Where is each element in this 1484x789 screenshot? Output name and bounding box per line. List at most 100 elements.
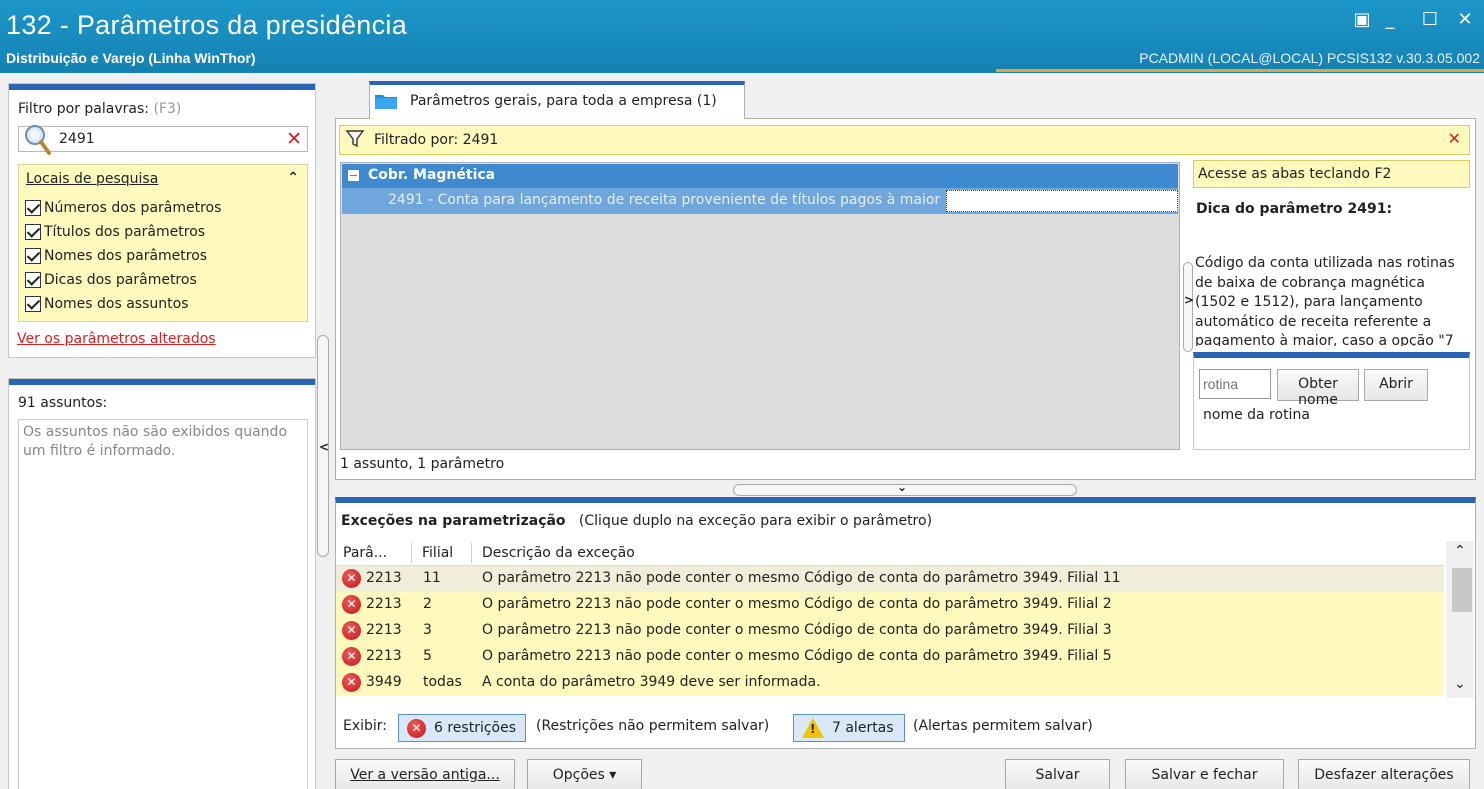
alerts-note: (Alertas permitem salvar) [913,718,1093,734]
scroll-down-icon[interactable]: ⌄ [1454,676,1466,692]
row-param: 3949 [366,674,402,690]
error-icon: ✕ [407,719,426,738]
title-bar: 132 - Parâmetros da presidência Distribu… [0,0,1484,73]
old-version-label: Ver a versão antiga... [350,767,500,783]
error-icon: ✕ [342,595,361,614]
tab-general-params[interactable]: Parâmetros gerais, para toda a empresa (… [369,81,745,119]
warning-mark: ! [810,722,816,736]
altered-params-link[interactable]: Ver os parâmetros alterados [17,331,216,347]
panel-header-bar [9,379,315,385]
checkbox-icon [25,248,41,264]
exceptions-title: Exceções na parametrização (Clique duplo… [341,513,932,529]
filter-label-text: Filtro por palavras: [18,101,149,117]
collapse-icon[interactable]: ⌃ [287,170,299,186]
get-name-button[interactable]: Obter nome [1277,369,1359,408]
search-input[interactable]: 2491 ✕ [18,125,308,155]
chevron-down-icon: ⌄ [897,480,908,494]
table-row[interactable]: ✕ 2213 11 O parâmetro 2213 não pode cont… [336,566,1444,592]
filtered-bar: Filtrado por: 2491 ✕ [339,125,1470,155]
error-icon: ✕ [342,621,361,640]
checkbox-param-names[interactable]: Nomes dos parâmetros [25,246,207,266]
scroll-thumb[interactable] [1452,568,1472,612]
filtered-text: Filtrado por: 2491 [374,132,499,148]
save-close-label: Salvar e fechar [1151,767,1258,783]
subjects-panel: 91 assuntos: Os assuntos não são exibido… [8,378,316,789]
restrictions-label: 6 restrições [434,720,517,736]
subjects-empty-message: Os assuntos não são exibidos quando um f… [23,424,288,459]
checkbox-label: Títulos dos parâmetros [44,224,206,240]
column-filial[interactable]: Filial [422,545,453,561]
table-row[interactable]: ✕ 2213 3 O parâmetro 2213 não pode conte… [336,618,1444,644]
tree-item-2491[interactable]: 2491 - Conta para lançamento de receita … [342,188,1178,214]
restrictions-button[interactable]: ✕ 6 restrições [398,714,526,742]
tree-item-label: 2491 - Conta para lançamento de receita … [388,192,941,208]
alerts-button[interactable]: ! 7 alertas [793,714,905,742]
subjects-count: 91 assuntos: [18,395,108,411]
accent-line [996,69,1484,72]
checkbox-param-titles[interactable]: Títulos dos parâmetros [25,222,205,242]
hint-panel: Acesse as abas teclando F2 Dica do parâm… [1183,160,1470,450]
row-param: 2213 [366,622,402,638]
row-description: A conta do parâmetro 3949 deve ser infor… [482,674,821,690]
horizontal-splitter[interactable]: ⌄ [733,480,1077,496]
checkbox-icon [25,224,41,240]
rotina-name: nome da rotina [1203,407,1310,423]
subjects-list[interactable]: Os assuntos não são exibidos quando um f… [18,419,308,789]
row-param: 2213 [366,570,402,586]
funnel-icon [345,129,365,153]
undo-label: Desfazer alterações [1314,767,1454,783]
collapse-minus-icon[interactable] [348,170,359,181]
column-param[interactable]: Parâ... [343,545,387,561]
row-param: 2213 [366,648,402,664]
error-icon: ✕ [342,647,361,666]
checkbox-icon [25,200,41,216]
minimize-icon[interactable]: _ [1380,10,1400,30]
options-button[interactable]: Opções ▾ [527,759,642,789]
scroll-up-icon[interactable]: ⌃ [1454,543,1466,559]
hint-text: Código da conta utilizada nas rotinas de… [1195,255,1455,346]
column-separator [411,543,412,563]
exceptions-scrollbar[interactable]: ⌃ ⌄ [1446,541,1474,698]
checkbox-label: Nomes dos assuntos [44,296,189,312]
checkbox-subject-names[interactable]: Nomes dos assuntos [25,294,189,314]
restore-icon[interactable]: ▣ [1352,10,1372,30]
open-button[interactable]: Abrir [1364,369,1428,401]
table-row[interactable]: ✕ 3949 todas A conta do parâmetro 3949 d… [336,670,1444,696]
param-tree: Cobr. Magnética 2491 - Conta para lançam… [340,162,1180,450]
left-panel-splitter[interactable]: < [317,335,329,557]
tree-group-cobr-magnetica[interactable]: Cobr. Magnética [342,164,1178,188]
checkbox-param-hints[interactable]: Dicas dos parâmetros [25,270,197,290]
checkbox-label: Nomes dos parâmetros [44,248,208,264]
checkbox-param-numbers[interactable]: Números dos parâmetros [25,198,221,218]
maximize-icon[interactable]: ☐ [1420,10,1440,30]
table-row[interactable]: ✕ 2213 5 O parâmetro 2213 não pode conte… [336,644,1444,670]
table-row[interactable]: ✕ 2213 2 O parâmetro 2213 não pode conte… [336,592,1444,618]
folder-icon [375,95,397,109]
user-info: PCADMIN (LOCAL@LOCAL) PCSIS132 v.30.3.05… [1139,50,1480,66]
tree-group-label: Cobr. Magnética [368,167,496,183]
old-version-button[interactable]: Ver a versão antiga... [335,759,515,789]
row-filial: 11 [423,570,441,586]
clear-search-icon[interactable]: ✕ [286,128,302,150]
checkbox-icon [25,272,41,288]
filter-panel: Filtro por palavras: (F3) 2491 ✕ Locais … [8,83,316,358]
hint-splitter[interactable]: > [1183,262,1194,352]
row-filial: todas [423,674,462,690]
row-param: 2213 [366,596,402,612]
save-close-button[interactable]: Salvar e fechar [1125,759,1284,789]
close-icon[interactable]: ✕ [1455,10,1475,30]
row-filial: 2 [423,596,432,612]
param-value-input[interactable] [946,190,1178,212]
column-description[interactable]: Descrição da exceção [482,545,635,561]
exceptions-table: Parâ... Filial Descrição da exceção ✕ 22… [336,541,1475,698]
clear-filter-icon[interactable]: ✕ [1448,129,1461,148]
save-button[interactable]: Salvar [1005,759,1110,789]
exceptions-filter-row: Exibir: ✕ 6 restrições (Restrições não p… [336,709,1475,743]
row-filial: 3 [423,622,432,638]
show-label: Exibir: [343,718,388,734]
undo-button[interactable]: Desfazer alterações [1298,759,1470,789]
alerts-label: 7 alertas [832,720,894,736]
hint-tab[interactable]: Acesse as abas teclando F2 [1193,160,1470,188]
rotina-input[interactable] [1199,369,1271,399]
checkbox-label: Números dos parâmetros [44,200,222,216]
